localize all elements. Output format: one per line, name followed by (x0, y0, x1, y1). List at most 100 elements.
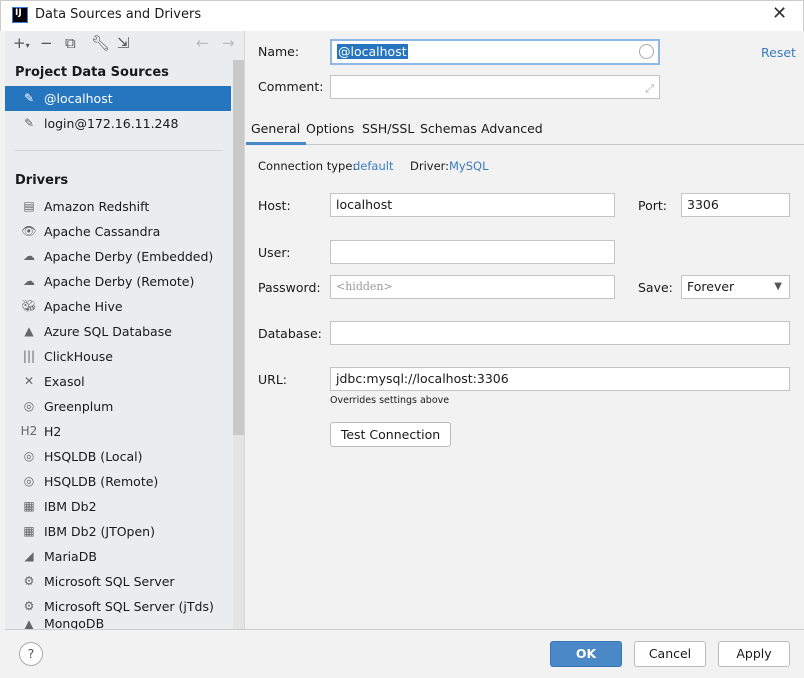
driver-item[interactable]: ☁︎ Apache Derby (Embedded) (5, 244, 231, 269)
save-value: Forever (687, 279, 735, 294)
driver-item[interactable]: ▦ IBM Db2 (JTOpen) (5, 519, 231, 544)
comment-label: Comment: (258, 79, 324, 94)
datasource-item[interactable]: ✎ @localhost (5, 86, 231, 111)
save-label: Save: (638, 280, 673, 295)
driver-icon: ▤ (23, 199, 35, 213)
window-title: Data Sources and Drivers (35, 7, 202, 22)
tab-ssh-ssl[interactable]: SSH/SSL (362, 121, 414, 136)
save-dropdown[interactable]: Forever ▼ (681, 275, 790, 299)
apply-button[interactable]: Apply (718, 641, 790, 667)
user-input[interactable] (330, 240, 615, 264)
tab-general[interactable]: General (251, 121, 300, 136)
active-tab-indicator (246, 142, 306, 145)
expand-icon[interactable]: ⤢ (645, 78, 654, 100)
driver-icon: ✕ (23, 374, 35, 388)
driver-label: Microsoft SQL Server (44, 574, 175, 589)
driver-item[interactable]: ☁︎ Apache Derby (Remote) (5, 269, 231, 294)
driver-item[interactable]: ◎ Greenplum (5, 394, 231, 419)
driver-item[interactable]: ◢ MariaDB (5, 544, 231, 569)
comment-input[interactable]: ⤢ (330, 75, 660, 99)
cancel-button[interactable]: Cancel (634, 641, 706, 667)
driver-label: Exasol (44, 374, 85, 389)
forward-arrow-icon[interactable]: → (222, 34, 235, 52)
datasource-item[interactable]: ✎ login@172.16.11.248 (5, 111, 231, 136)
chevron-down-icon: ▼ (774, 281, 782, 292)
driver-item[interactable]: ⚙︎ Microsoft SQL Server (5, 569, 231, 594)
driver-item[interactable]: ▲ MongoDB (5, 616, 231, 629)
app-logo-icon: IJ (12, 7, 28, 23)
host-input[interactable]: localhost (330, 193, 615, 217)
driver-icon: ▦ (23, 499, 35, 513)
driver-label: ClickHouse (44, 349, 113, 364)
test-connection-button[interactable]: Test Connection (330, 422, 451, 447)
driver-icon: ◢ (24, 549, 34, 563)
driver-label: HSQLDB (Remote) (44, 474, 159, 489)
driver-item[interactable]: ▤ Amazon Redshift (5, 194, 231, 219)
driver-icon: 👁︎ (21, 224, 37, 238)
driver-item[interactable]: ✕ Exasol (5, 369, 231, 394)
driver-icon: H2 (20, 424, 38, 438)
database-label: Database: (258, 326, 322, 341)
status-circle-icon (639, 44, 654, 59)
driver-icon: ◎ (23, 449, 35, 463)
driver-label: Apache Derby (Remote) (44, 274, 195, 289)
driver-label: IBM Db2 (44, 499, 97, 514)
driver-icon: ◎ (23, 399, 35, 413)
connection-type-link[interactable]: default (353, 159, 393, 173)
driver-item[interactable]: ▲ Azure SQL Database (5, 319, 231, 344)
reset-link[interactable]: Reset (761, 45, 796, 60)
import-icon[interactable]: ⇲ (117, 34, 130, 52)
datasource-label: login@172.16.11.248 (44, 116, 179, 131)
driver-label: Apache Cassandra (44, 224, 161, 239)
driver-icon: ☁︎ (23, 274, 35, 288)
tab-schemas[interactable]: Schemas (420, 121, 477, 136)
driver-item[interactable]: ||| ClickHouse (5, 344, 231, 369)
driver-icon: ▲ (24, 617, 34, 629)
driver-icon: ◎ (23, 474, 35, 488)
scrollbar-thumb[interactable] (233, 60, 244, 435)
url-hint: Overrides settings above (330, 395, 450, 406)
connection-type-label: Connection type: (258, 159, 357, 173)
add-icon[interactable]: +▾ (13, 34, 30, 52)
driver-label: Azure SQL Database (44, 324, 172, 339)
port-input[interactable]: 3306 (681, 193, 790, 217)
port-label: Port: (638, 198, 667, 213)
driver-label: H2 (44, 424, 62, 439)
back-arrow-icon[interactable]: ← (196, 34, 209, 52)
database-input[interactable] (330, 321, 790, 345)
mysql-dolphin-icon: ✎ (23, 91, 35, 105)
driver-item[interactable]: 🐝︎ Apache Hive (5, 294, 231, 319)
close-icon[interactable]: ✕ (772, 3, 787, 24)
driver-label: IBM Db2 (JTOpen) (44, 524, 155, 539)
driver-label: MongoDB (44, 616, 105, 629)
driver-label: Microsoft SQL Server (jTds) (44, 599, 214, 614)
tab-options[interactable]: Options (306, 121, 354, 136)
wrench-icon[interactable]: 🔧︎ (91, 34, 110, 52)
url-input[interactable]: jdbc:mysql://localhost:3306 (330, 367, 790, 391)
mysql-dolphin-icon: ✎ (23, 116, 35, 130)
driver-item[interactable]: 👁︎ Apache Cassandra (5, 219, 231, 244)
driver-label: Apache Derby (Embedded) (44, 249, 214, 264)
driver-label: Driver: (410, 159, 450, 173)
driver-link[interactable]: MySQL (449, 159, 489, 173)
datasource-label: @localhost (44, 91, 113, 106)
remove-icon[interactable]: − (40, 34, 53, 52)
host-label: Host: (258, 198, 291, 213)
driver-label: Apache Hive (44, 299, 123, 314)
tab-advanced[interactable]: Advanced (481, 121, 543, 136)
driver-label: Amazon Redshift (44, 199, 150, 214)
help-button[interactable]: ? (19, 642, 43, 666)
name-label: Name: (258, 44, 300, 59)
ok-button[interactable]: OK (550, 641, 622, 667)
driver-item[interactable]: ◎ HSQLDB (Local) (5, 444, 231, 469)
tab-divider (246, 144, 804, 145)
driver-label: MariaDB (44, 549, 97, 564)
user-label: User: (258, 245, 291, 260)
password-input[interactable]: <hidden> (330, 275, 615, 299)
name-input[interactable]: @localhost (330, 39, 660, 65)
driver-item[interactable]: ◎ HSQLDB (Remote) (5, 469, 231, 494)
driver-item[interactable]: ▦ IBM Db2 (5, 494, 231, 519)
duplicate-icon[interactable]: ⧉ (65, 34, 76, 52)
driver-item[interactable]: H2 H2 (5, 419, 231, 444)
driver-icon: ||| (22, 349, 36, 363)
